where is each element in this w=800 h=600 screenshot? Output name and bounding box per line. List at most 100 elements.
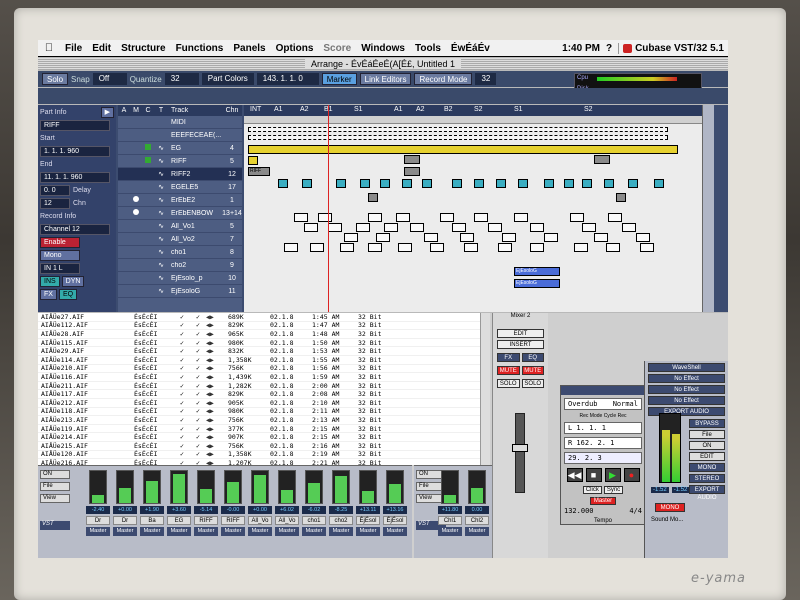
- channel-volume-value[interactable]: +13.16: [383, 506, 407, 514]
- audio-part-riff[interactable]: [594, 155, 610, 164]
- track-mute-cell[interactable]: [130, 209, 142, 217]
- track-row[interactable]: ∿ RIFF 5: [118, 155, 242, 168]
- file-name[interactable]: AIÅÜe28.AIF: [38, 330, 134, 338]
- channel-output[interactable]: Master: [275, 527, 299, 536]
- channel-volume-value[interactable]: -5.14: [194, 506, 218, 514]
- left-locator[interactable]: L 1. 1. 1: [564, 422, 642, 434]
- channel-volume-value[interactable]: -2.40: [86, 506, 110, 514]
- menu-tools[interactable]: Tools: [410, 43, 446, 54]
- master-effect-slot-2[interactable]: No Effect: [648, 385, 725, 394]
- channel-name[interactable]: RIFF: [221, 516, 245, 525]
- mixer-channel[interactable]: -6.02 cho1 Master: [302, 470, 326, 556]
- master-file-menu[interactable]: File: [689, 430, 725, 439]
- track-name[interactable]: All_Vo2: [168, 236, 222, 243]
- track-name[interactable]: EGELE5: [168, 184, 222, 191]
- channel-name[interactable]: Chl1: [438, 516, 462, 525]
- channel-volume-value[interactable]: -6.02: [302, 506, 326, 514]
- rewind-icon[interactable]: ◀◀: [566, 468, 583, 482]
- audio-part-vocal[interactable]: [636, 233, 650, 242]
- track-channel[interactable]: 13+14: [222, 210, 242, 217]
- file-row[interactable]: AIÅÜe212.AIF ÉsÉcÉI ✓ ✓ ◀▶ 905K 02.1.8 2:10 AM 3…: [38, 399, 490, 408]
- channel-output[interactable]: Master: [86, 527, 110, 536]
- waveshell-slot[interactable]: WaveShell: [648, 363, 725, 372]
- checkmark-icon[interactable]: ✓: [190, 356, 206, 364]
- mixer-channel[interactable]: +13.16 ÉjÉsol Master: [383, 470, 407, 556]
- fx-button[interactable]: FX: [40, 289, 57, 300]
- ruler-marker[interactable]: S1: [514, 106, 523, 113]
- file-name[interactable]: AIÅÜe117.AIF: [38, 390, 134, 398]
- track-channel[interactable]: 9: [222, 262, 242, 269]
- click-button[interactable]: Click: [582, 486, 602, 494]
- inspector-toggle-icon[interactable]: ▶: [100, 107, 114, 118]
- audio-part-egele5[interactable]: [360, 179, 370, 188]
- track-channel[interactable]: 10: [222, 275, 242, 282]
- transport-title[interactable]: [561, 386, 645, 395]
- audio-part-egele5[interactable]: [544, 179, 554, 188]
- channel-select[interactable]: Channel 12: [40, 224, 110, 235]
- menu-score[interactable]: Score: [318, 43, 356, 54]
- audio-part-vocal[interactable]: [328, 223, 342, 232]
- quantize-select[interactable]: 32: [164, 73, 199, 85]
- file-name[interactable]: AIÅÜe115.AIF: [38, 339, 134, 347]
- apple-menu-icon[interactable]: : [38, 42, 60, 54]
- record-mode-button[interactable]: Record Mode: [414, 73, 473, 85]
- ruler-marker[interactable]: A2: [416, 106, 425, 113]
- file-name[interactable]: AIÅÜe120.AIF: [38, 450, 134, 458]
- file-row[interactable]: AIÅÜe211.AIF ÉsÉcÉI ✓ ✓ ◀▶ 1,282K 02.1.8 2:00 A…: [38, 382, 490, 391]
- master-effect-slot-3[interactable]: No Effect: [648, 396, 725, 405]
- channel-output[interactable]: Master: [329, 527, 353, 536]
- checkmark-icon[interactable]: ✓: [190, 416, 206, 424]
- checkmark-icon[interactable]: ✓: [190, 450, 206, 458]
- checkmark-icon[interactable]: ✓: [190, 390, 206, 398]
- audio-part-vocal[interactable]: [398, 243, 412, 252]
- track-class-cell[interactable]: [142, 157, 154, 165]
- audio-part-solo-p[interactable]: ÉjÉsoloG: [514, 267, 560, 276]
- track-name[interactable]: cho2: [168, 262, 222, 269]
- part-name-field[interactable]: RIFF: [40, 120, 110, 131]
- insert-button[interactable]: INSERT: [497, 340, 544, 349]
- tempo-display[interactable]: 132.000: [564, 507, 594, 515]
- channel-name[interactable]: RIFF: [194, 516, 218, 525]
- channel-name[interactable]: cho2: [329, 516, 353, 525]
- channel-meter[interactable]: [441, 470, 459, 504]
- audio-part-riff[interactable]: [404, 167, 420, 176]
- checkmark-icon[interactable]: ✓: [190, 330, 206, 338]
- audio-part-egele5[interactable]: [628, 179, 638, 188]
- audio-part-egele5[interactable]: [654, 179, 664, 188]
- channel-name[interactable]: ÉjÉsol: [356, 516, 380, 525]
- audio-part-vocal[interactable]: [530, 243, 544, 252]
- channel-name[interactable]: EG: [167, 516, 191, 525]
- menu-functions[interactable]: Functions: [171, 43, 229, 54]
- track-name[interactable]: ÉjÉsoloG: [168, 288, 222, 295]
- checkmark-icon[interactable]: ✓: [174, 356, 190, 364]
- audio-part-vocal[interactable]: [396, 213, 410, 222]
- audio-part-vocal[interactable]: [622, 223, 636, 232]
- channel-name[interactable]: Dr: [86, 516, 110, 525]
- audio-part-vocal[interactable]: [502, 233, 516, 242]
- file-name[interactable]: AIÅÜe114.AIF: [38, 356, 134, 364]
- audio-part-egele5[interactable]: [302, 179, 312, 188]
- track-row[interactable]: ∿ EGELE5 17: [118, 181, 242, 194]
- checkmark-icon[interactable]: ✓: [174, 416, 190, 424]
- file-name[interactable]: AIÅÜe118.AIF: [38, 407, 134, 415]
- audio-part-vocal[interactable]: [608, 213, 622, 222]
- audio-part-egele5[interactable]: [422, 179, 432, 188]
- solo-button-2[interactable]: SOLO: [521, 379, 544, 388]
- checkmark-icon[interactable]: ✓: [174, 450, 190, 458]
- checkmark-icon[interactable]: ✓: [174, 433, 190, 441]
- channel-meter[interactable]: [197, 470, 215, 504]
- track-type-cell[interactable]: ∿: [154, 235, 168, 243]
- ruler-marker[interactable]: A1: [394, 106, 403, 113]
- audio-part-vocal[interactable]: [640, 243, 654, 252]
- checkmark-icon[interactable]: ✓: [174, 407, 190, 415]
- audio-part-egele5[interactable]: [604, 179, 614, 188]
- file-name[interactable]: AIÅÜe215.AIF: [38, 442, 134, 450]
- track-class-cell[interactable]: [142, 144, 154, 152]
- channel-fader-track[interactable]: [512, 413, 528, 493]
- channel-volume-value[interactable]: +11.80: [438, 506, 462, 514]
- track-channel[interactable]: 12: [222, 171, 242, 178]
- audio-part-egele5[interactable]: [518, 179, 528, 188]
- file-name[interactable]: AIÅÜe213.AIF: [38, 416, 134, 424]
- channel-meter[interactable]: [332, 470, 350, 504]
- link-editors-button[interactable]: Link Editors: [359, 73, 412, 85]
